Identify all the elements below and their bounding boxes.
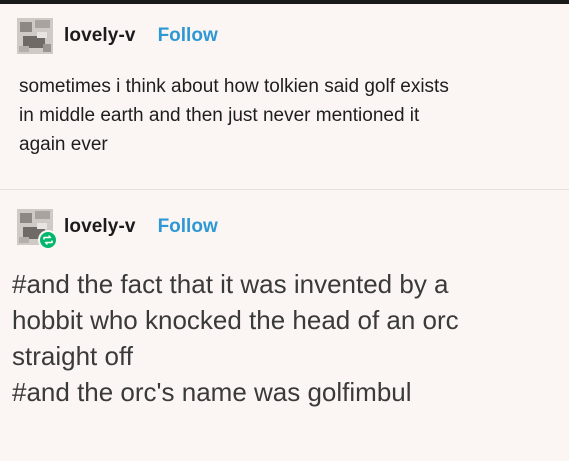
post-body-line: in middle earth and then just never ment… [19, 105, 420, 126]
post-body-line: again ever [19, 134, 108, 155]
follow-button[interactable]: Follow [158, 216, 218, 238]
username[interactable]: lovely-v [64, 25, 136, 47]
tag-line[interactable]: #and the orc's name was golfimbul [12, 374, 564, 410]
tag-line[interactable]: #and the fact that it was invented by a [12, 266, 564, 302]
avatar[interactable] [17, 18, 53, 54]
reblog-icon [38, 230, 58, 250]
post-body-line: sometimes i think about how tolkien said… [19, 76, 449, 97]
post-tags: #and the fact that it was invented by a … [12, 266, 564, 410]
tag-line[interactable]: hobbit who knocked the head of an orc [12, 302, 564, 338]
avatar-image [17, 18, 53, 54]
username[interactable]: lovely-v [64, 216, 136, 238]
post-original: lovely-v Follow sometimes i think about … [0, 4, 569, 189]
tag-line[interactable]: straight off [12, 338, 564, 374]
post-reblog: lovely-v Follow #and the fact that it wa… [0, 190, 569, 461]
post-body: sometimes i think about how tolkien said… [19, 72, 559, 159]
post-header: lovely-v Follow [17, 209, 218, 250]
avatar[interactable] [17, 209, 58, 250]
post-header: lovely-v Follow [17, 18, 218, 54]
follow-button[interactable]: Follow [158, 25, 218, 47]
